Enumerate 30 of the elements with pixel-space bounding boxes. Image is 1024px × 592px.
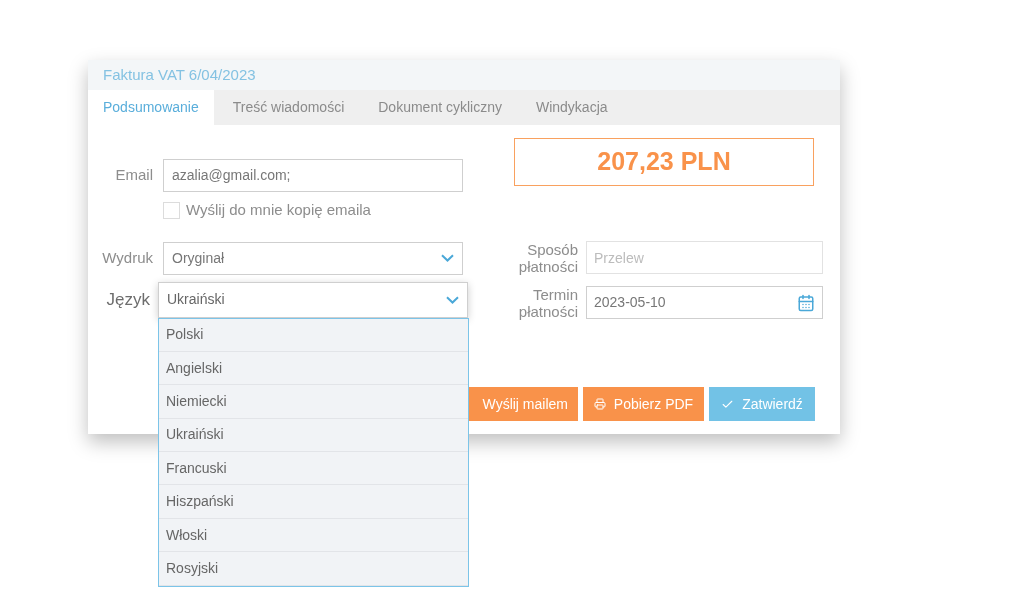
- tab[interactable]: Treść wiadomości: [217, 90, 360, 125]
- amount-display: 207,23 PLN: [514, 138, 814, 186]
- dialog-title: Faktura VAT 6/04/2023: [103, 64, 256, 85]
- checkbox[interactable]: [163, 201, 180, 219]
- dropdown-option[interactable]: Polski: [159, 318, 468, 352]
- tab[interactable]: Windykacja: [520, 90, 623, 125]
- dropdown-option[interactable]: Niemiecki: [159, 385, 468, 419]
- dropdown-option[interactable]: Ukraiński: [159, 418, 468, 453]
- checkbox-label: Wyślij do mnie kopię emaila: [186, 200, 371, 220]
- field-label: Termin płatności: [517, 285, 578, 320]
- dropdown-option[interactable]: Francuski: [159, 452, 468, 486]
- print-select[interactable]: Oryginał: [163, 241, 463, 275]
- dropdown-option[interactable]: Angielski: [159, 351, 468, 386]
- chevron-down-icon: [446, 295, 459, 304]
- date-field[interactable]: 2023-05-10: [586, 286, 823, 319]
- language-select[interactable]: Ukraiński: [158, 281, 468, 318]
- field-label: Wydruk: [101, 247, 153, 268]
- chevron-down-icon: [441, 254, 454, 262]
- email-field[interactable]: azalia@gmail.com;: [163, 159, 463, 192]
- tab[interactable]: Podsumowanie: [88, 90, 214, 125]
- tab[interactable]: Dokument cykliczny: [363, 90, 517, 125]
- dropdown-option[interactable]: Rosyjski: [159, 552, 468, 586]
- dropdown-option[interactable]: Hiszpański: [159, 485, 468, 519]
- field-label: Sposób płatności: [517, 240, 578, 275]
- printer-icon: [593, 398, 606, 410]
- dropdown-option[interactable]: Włoski: [159, 518, 468, 553]
- payment-method-field[interactable]: Przelew: [586, 241, 823, 274]
- field-label: Email: [114, 165, 153, 186]
- field-label: Język: [105, 288, 150, 311]
- calendar-icon: [797, 293, 815, 312]
